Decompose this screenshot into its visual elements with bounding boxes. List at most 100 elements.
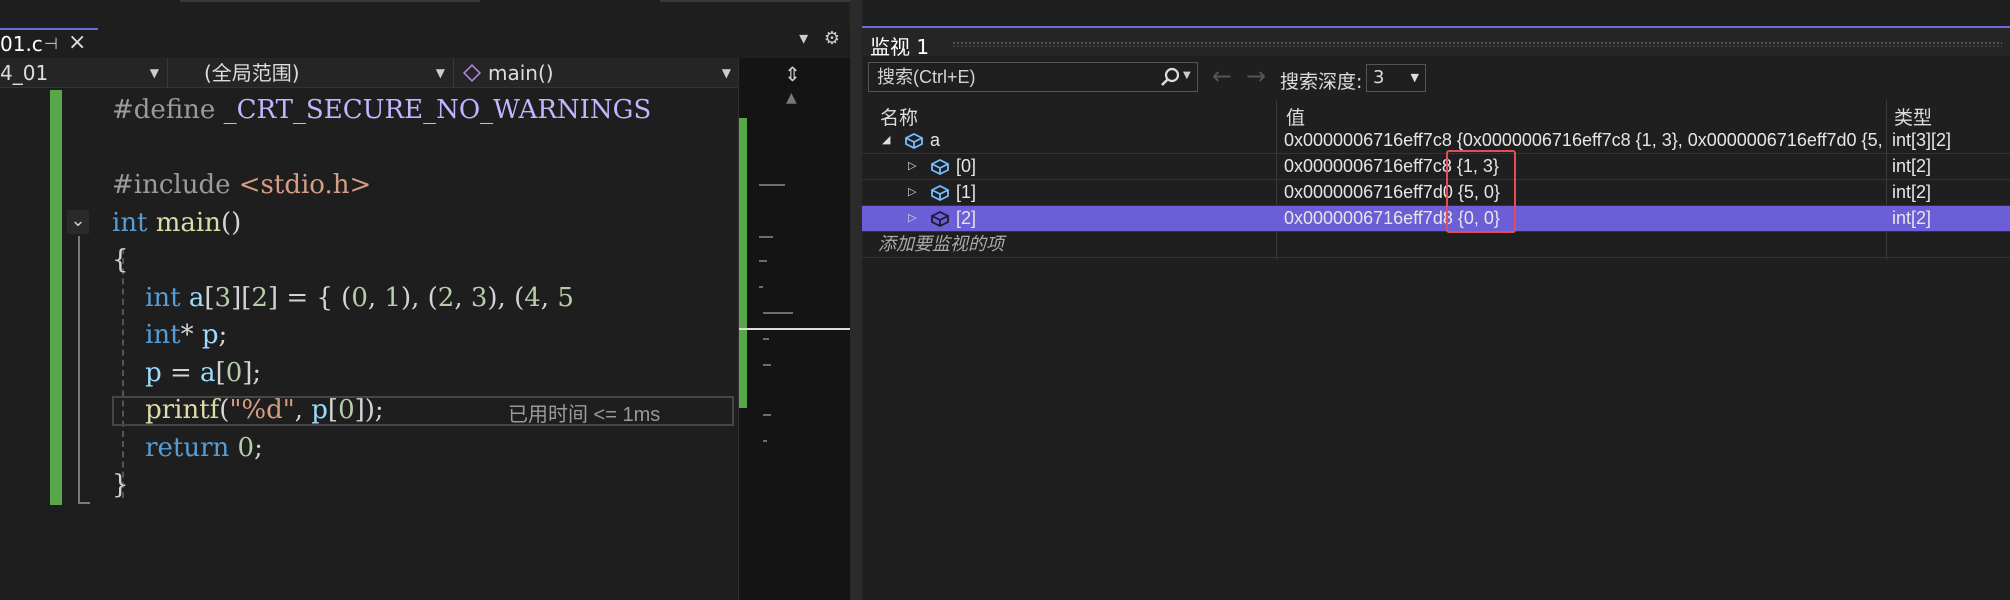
code-token: ]; — [242, 357, 262, 388]
project-dropdown[interactable]: 4_01 ▼ — [0, 58, 168, 88]
code-line[interactable]: } — [112, 467, 651, 505]
elapsed-time-hint: 已用时间 <= 1ms — [508, 404, 661, 426]
minimap-line — [759, 184, 785, 186]
collapse-icon[interactable]: ⌄ — [67, 210, 89, 234]
code-token: _CRT_SECURE_NO_WARNINGS — [223, 95, 652, 125]
code-token: = — [161, 357, 201, 388]
row-value: 0x0000006716eff7c8 {1, 3} — [1284, 156, 1499, 176]
minimap-line — [763, 440, 767, 442]
search-depth-value: 3 — [1373, 67, 1385, 88]
chevron-down-icon[interactable]: ▼ — [1183, 70, 1191, 81]
column-header-value[interactable]: 值 — [1286, 103, 1305, 130]
add-watch-row[interactable]: 添加要监视的项 — [862, 232, 2010, 258]
code-token: ] = { ( — [267, 282, 352, 313]
watch-row-0[interactable]: ▷ [0] 0x0000006716eff7c8 {1, 3} int[2] — [862, 154, 2010, 180]
grid-header: 名称 值 类型 — [862, 100, 2010, 130]
code-token: ), ( — [487, 282, 525, 313]
split-view-icon[interactable]: ⇕ — [784, 62, 801, 86]
code-token: p — [145, 357, 162, 388]
code-token: ( — [219, 395, 230, 425]
watch-grid: 名称 值 类型 ◢ a 0x0000006716eff7c8 {0x000000… — [862, 100, 2010, 600]
code-line[interactable]: return 0; — [112, 430, 651, 468]
pin-icon[interactable]: ⊣ — [44, 34, 58, 53]
code-token: int — [112, 207, 156, 238]
gear-icon[interactable]: ⚙ — [824, 28, 840, 49]
code-token: p — [311, 395, 328, 425]
pane-splitter[interactable] — [850, 0, 862, 600]
editor-top-strip — [0, 0, 1020, 28]
line-number-gutter[interactable] — [0, 90, 50, 600]
code-token: return — [145, 432, 238, 463]
scroll-up-icon[interactable]: ▲ — [786, 90, 797, 106]
function-dropdown-value: main() — [488, 61, 554, 85]
code-token: 3 — [470, 282, 488, 313]
code-token: * — [180, 320, 202, 350]
search-icon[interactable] — [1159, 66, 1181, 88]
code-line[interactable]: #define _CRT_SECURE_NO_WARNINGS — [112, 92, 651, 130]
minimap-change-bar — [739, 118, 747, 408]
close-icon[interactable]: × — [68, 30, 86, 55]
watch-search-box[interactable]: ▼ — [868, 62, 1198, 92]
code-token: ][ — [231, 282, 252, 313]
minimap-line — [763, 312, 793, 314]
column-header-name[interactable]: 名称 — [880, 103, 918, 130]
code-token: main — [155, 207, 221, 238]
code-token: ; — [254, 432, 263, 463]
code-line[interactable]: { — [112, 242, 651, 280]
watch-row-a[interactable]: ◢ a 0x0000006716eff7c8 {0x0000006716eff7… — [862, 128, 2010, 154]
code-editor-pane: 01.c ⊣ × ▾ ⚙ 4_01 ▼ (全局范围) ▼ main() ▼ ⌄ … — [0, 0, 1020, 600]
watch-row-1[interactable]: ▷ [1] 0x0000006716eff7d0 {5, 0} int[2] — [862, 180, 2010, 206]
code-token: 5 — [557, 282, 574, 313]
expand-triangle-icon[interactable]: ▷ — [908, 206, 916, 231]
search-depth-select[interactable]: 3 ▼ — [1366, 64, 1426, 92]
collapse-triangle-icon[interactable]: ◢ — [882, 128, 890, 153]
editor-tools: ▾ ⚙ — [789, 28, 840, 49]
code-line[interactable]: int* p; — [112, 317, 651, 355]
expand-triangle-icon[interactable]: ▷ — [908, 180, 916, 205]
code-token: 0 — [237, 432, 255, 463]
array-object-icon — [931, 158, 949, 176]
back-arrow-icon[interactable]: ← — [1212, 62, 1232, 90]
row-value: 0x0000006716eff7c8 {0x0000006716eff7c8 {… — [1284, 130, 1884, 150]
minimap-line — [759, 286, 763, 288]
code-line[interactable]: #include <stdio.h> — [112, 167, 651, 205]
row-name: [0] — [956, 156, 977, 176]
code-line[interactable]: int a[3][2] = { (0, 1), (2, 3), (4, 5 — [112, 280, 651, 318]
drag-grip[interactable] — [952, 41, 2002, 47]
search-depth-label: 搜索深度: — [1280, 71, 1363, 93]
file-tab[interactable]: 01.c ⊣ × — [0, 28, 98, 58]
forward-arrow-icon[interactable]: → — [1246, 62, 1266, 90]
watch-title-bar[interactable]: 监视 1 — [862, 26, 2010, 59]
row-name: a — [930, 130, 941, 150]
minimap-line — [759, 236, 773, 238]
fold-guide — [78, 236, 80, 504]
expand-triangle-icon[interactable]: ▷ — [908, 154, 916, 179]
code-text-area[interactable]: #define _CRT_SECURE_NO_WARNINGS #include… — [112, 92, 651, 505]
search-input[interactable] — [877, 63, 1147, 91]
code-token: a — [188, 282, 205, 313]
row-type: int[2] — [1892, 156, 1932, 176]
minimap-line — [759, 260, 767, 262]
code-token: , — [367, 282, 385, 313]
column-header-type[interactable]: 类型 — [1894, 103, 1932, 130]
code-line[interactable]: int main() — [112, 205, 651, 243]
watch-row-2[interactable]: ▷ [2] 0x0000006716eff7d8 {0, 0} int[2] — [862, 206, 2010, 232]
annotation-highlight-box — [1446, 150, 1516, 233]
row-type: int[2] — [1892, 182, 1932, 202]
minimap[interactable]: ⇕ ▲ — [738, 58, 851, 600]
function-dropdown[interactable]: main() ▼ — [460, 58, 740, 88]
watch-title: 监视 1 — [870, 35, 930, 59]
code-line[interactable]: p = a[0]; — [112, 355, 651, 393]
code-token: , — [540, 282, 558, 313]
code-token: , — [294, 395, 312, 425]
chevron-down-icon: ▼ — [435, 66, 445, 80]
scope-dropdown[interactable]: (全局范围) ▼ — [174, 58, 454, 88]
minimap-viewport[interactable] — [739, 328, 851, 330]
dropdown-arrow-icon[interactable]: ▾ — [799, 28, 808, 49]
row-value: 0x0000006716eff7d0 {5, 0} — [1284, 182, 1500, 202]
code-line[interactable] — [112, 130, 651, 168]
